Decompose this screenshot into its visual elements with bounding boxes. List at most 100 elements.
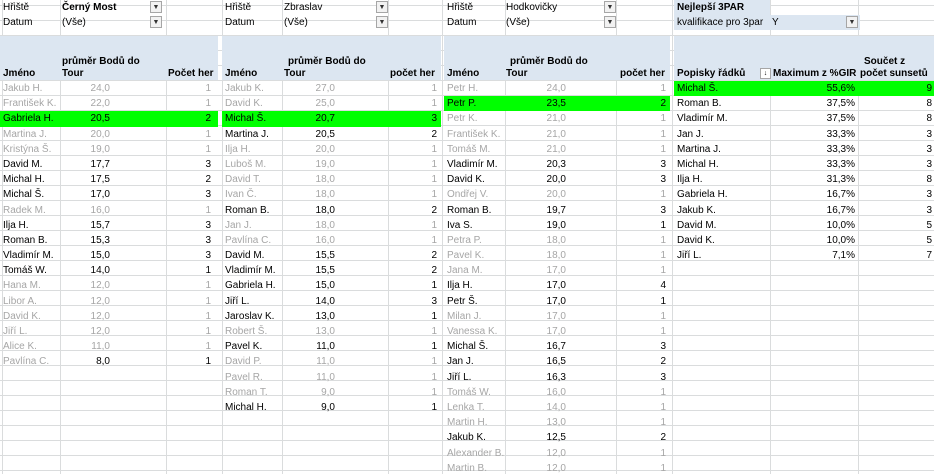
table-row[interactable]: Roman B. 18,0 2 bbox=[222, 203, 441, 218]
table-row[interactable]: Jakub K. 27,0 1 bbox=[222, 81, 441, 96]
table-row[interactable]: Gabriela H. 20,5 2 bbox=[0, 111, 218, 127]
table-row[interactable]: Alice K. 11,0 1 bbox=[0, 339, 218, 354]
table-row[interactable]: Ilja H. 31,3% 8 bbox=[674, 172, 934, 187]
table-row[interactable]: Ilja H. 17,0 4 bbox=[444, 278, 670, 293]
table-row[interactable]: Michal H. 9,0 1 bbox=[222, 400, 441, 415]
player-name-cell: Gabriela H. bbox=[3, 113, 54, 125]
table-row[interactable]: Petra P. 18,0 1 bbox=[444, 233, 670, 248]
table-row[interactable]: Martina J. 33,3% 3 bbox=[674, 142, 934, 157]
table-row[interactable]: Vladimír M. 15,0 3 bbox=[0, 248, 218, 263]
count-cell: 1 bbox=[431, 234, 437, 246]
table-row[interactable]: Jakub H. 24,0 1 bbox=[0, 81, 218, 96]
table-row[interactable]: Roman B. 19,7 3 bbox=[444, 203, 670, 218]
table-row[interactable]: Martin H. 13,0 1 bbox=[444, 415, 670, 430]
table-row[interactable]: David K. 10,0% 5 bbox=[674, 233, 934, 248]
count-cell: 1 bbox=[205, 143, 211, 155]
table-row[interactable]: Martina J. 20,5 2 bbox=[222, 127, 441, 142]
table-row[interactable]: Ondřej V. 20,0 1 bbox=[444, 187, 670, 202]
table-row[interactable]: Ivan Č. 18,0 1 bbox=[222, 187, 441, 202]
table-row[interactable]: Michal Š. 20,7 3 bbox=[222, 111, 441, 127]
table-row[interactable]: Iva S. 19,0 1 bbox=[444, 218, 670, 233]
count-cell: 3 bbox=[205, 250, 211, 262]
name-header[interactable]: Jméno bbox=[447, 68, 479, 80]
table-row[interactable]: David M. 15,5 2 bbox=[222, 248, 441, 263]
name-header[interactable]: Jméno bbox=[225, 68, 257, 80]
filter-dropdown-icon[interactable]: ▼ bbox=[376, 16, 388, 28]
table-row[interactable]: David M. 10,0% 5 bbox=[674, 218, 934, 233]
table-row[interactable]: Petr P. 23,5 2 bbox=[444, 96, 670, 112]
table-row[interactable]: Tomáš W. 16,0 1 bbox=[444, 385, 670, 400]
column-divider bbox=[672, 0, 673, 474]
filter-funnel-icon[interactable]: ▼ bbox=[604, 1, 616, 13]
table-row[interactable]: Martina J. 20,0 1 bbox=[0, 127, 218, 142]
table-row[interactable]: Tomáš W. 14,0 1 bbox=[0, 263, 218, 278]
table-row[interactable]: Pavel K. 11,0 1 bbox=[222, 339, 441, 354]
table-row[interactable]: Ilja H. 15,7 3 bbox=[0, 218, 218, 233]
filter-funnel-icon[interactable]: ▼ bbox=[376, 1, 388, 13]
table-row[interactable]: Jana M. 17,0 1 bbox=[444, 263, 670, 278]
table-row[interactable]: Vanessa K. 17,0 1 bbox=[444, 324, 670, 339]
filter-funnel-icon[interactable]: ▼ bbox=[846, 16, 858, 28]
table-row[interactable]: Jiří L. 7,1% 7 bbox=[674, 248, 934, 263]
table-row[interactable]: Radek M. 16,0 1 bbox=[0, 203, 218, 218]
table-row[interactable]: Petr Š. 17,0 1 bbox=[444, 294, 670, 309]
table-row[interactable]: Jan J. 33,3% 3 bbox=[674, 127, 934, 142]
table-row[interactable]: Jaroslav K. 13,0 1 bbox=[222, 309, 441, 324]
table-row[interactable]: Lenka T. 14,0 1 bbox=[444, 400, 670, 415]
count-header-line1: Součet z bbox=[864, 56, 906, 67]
table-row[interactable]: David P. 11,0 1 bbox=[222, 354, 441, 369]
table-row[interactable]: Michal H. 17,5 2 bbox=[0, 172, 218, 187]
table-row[interactable]: David K. 20,0 3 bbox=[444, 172, 670, 187]
table-row[interactable]: Pavel R. 11,0 1 bbox=[222, 370, 441, 385]
name-header[interactable]: Jméno bbox=[3, 68, 35, 80]
table-row[interactable]: David K. 12,0 1 bbox=[0, 309, 218, 324]
table-row[interactable]: Roman B. 37,5% 8 bbox=[674, 96, 934, 111]
table-row[interactable]: Jakub K. 16,7% 3 bbox=[674, 203, 934, 218]
table-row[interactable]: Gabriela H. 15,0 1 bbox=[222, 278, 441, 293]
table-row[interactable]: Libor A. 12,0 1 bbox=[0, 294, 218, 309]
table-row[interactable]: Hana M. 12,0 1 bbox=[0, 278, 218, 293]
table-row[interactable]: Roman T. 9,0 1 bbox=[222, 385, 441, 400]
filter-funnel-icon[interactable]: ▼ bbox=[150, 1, 162, 13]
table-row[interactable]: Petr K. 21,0 1 bbox=[444, 111, 670, 126]
filter-dropdown-icon[interactable]: ▼ bbox=[150, 16, 162, 28]
table-row[interactable]: Pavlína C. 16,0 1 bbox=[222, 233, 441, 248]
filter-dropdown-icon[interactable]: ▼ bbox=[604, 16, 616, 28]
table-row[interactable]: Gabriela H. 16,7% 3 bbox=[674, 187, 934, 202]
table-row[interactable]: Michal Š. 55,6% 9 bbox=[674, 81, 934, 97]
table-row[interactable]: Pavel K. 18,0 1 bbox=[444, 248, 670, 263]
table-row[interactable]: Petr H. 24,0 1 bbox=[444, 81, 670, 96]
name-header[interactable]: Popisky řádků bbox=[677, 68, 745, 80]
table-row[interactable]: Pavlína C. 8,0 1 bbox=[0, 354, 218, 369]
table-row[interactable]: Michal Š. 16,7 3 bbox=[444, 339, 670, 354]
table-row[interactable]: František K. 21,0 1 bbox=[444, 127, 670, 142]
value-cell: 17,0 bbox=[546, 280, 566, 292]
table-row[interactable]: Roman B. 15,3 3 bbox=[0, 233, 218, 248]
table-row[interactable]: Kristýna Š. 19,0 1 bbox=[0, 142, 218, 157]
table-row[interactable]: Jiří L. 14,0 3 bbox=[222, 294, 441, 309]
table-row[interactable]: Jiří L. 16,3 3 bbox=[444, 370, 670, 385]
table-row[interactable]: Michal Š. 17,0 3 bbox=[0, 187, 218, 202]
table-row[interactable]: Robert Š. 13,0 1 bbox=[222, 324, 441, 339]
table-row[interactable]: Alexander B. 12,0 1 bbox=[444, 446, 670, 461]
sort-descending-icon[interactable]: ↓ bbox=[760, 68, 771, 79]
table-row[interactable]: Ilja H. 20,0 1 bbox=[222, 142, 441, 157]
table-row[interactable]: David M. 17,7 3 bbox=[0, 157, 218, 172]
value-cell: 8,0 bbox=[96, 356, 110, 368]
value-cell: 33,3% bbox=[826, 128, 855, 140]
table-row[interactable]: Jakub K. 12,5 2 bbox=[444, 430, 670, 445]
table-row[interactable]: Jan J. 16,5 2 bbox=[444, 354, 670, 369]
table-row[interactable]: David T. 18,0 1 bbox=[222, 172, 441, 187]
table-row[interactable]: Jiří L. 12,0 1 bbox=[0, 324, 218, 339]
table-row[interactable]: David K. 25,0 1 bbox=[222, 96, 441, 111]
table-row[interactable]: František K. 22,0 1 bbox=[0, 96, 218, 111]
table-row[interactable]: Tomáš M. 21,0 1 bbox=[444, 142, 670, 157]
table-row[interactable]: Vladimír M. 37,5% 8 bbox=[674, 111, 934, 126]
table-row[interactable]: Vladimír M. 15,5 2 bbox=[222, 263, 441, 278]
table-row[interactable]: Jan J. 18,0 1 bbox=[222, 218, 441, 233]
table-row[interactable]: Vladimír M. 20,3 3 bbox=[444, 157, 670, 172]
table-row[interactable]: Milan J. 17,0 1 bbox=[444, 309, 670, 324]
table-row[interactable]: Michal H. 33,3% 3 bbox=[674, 157, 934, 172]
player-name-cell: Martin H. bbox=[447, 417, 488, 429]
table-row[interactable]: Luboš M. 19,0 1 bbox=[222, 157, 441, 172]
